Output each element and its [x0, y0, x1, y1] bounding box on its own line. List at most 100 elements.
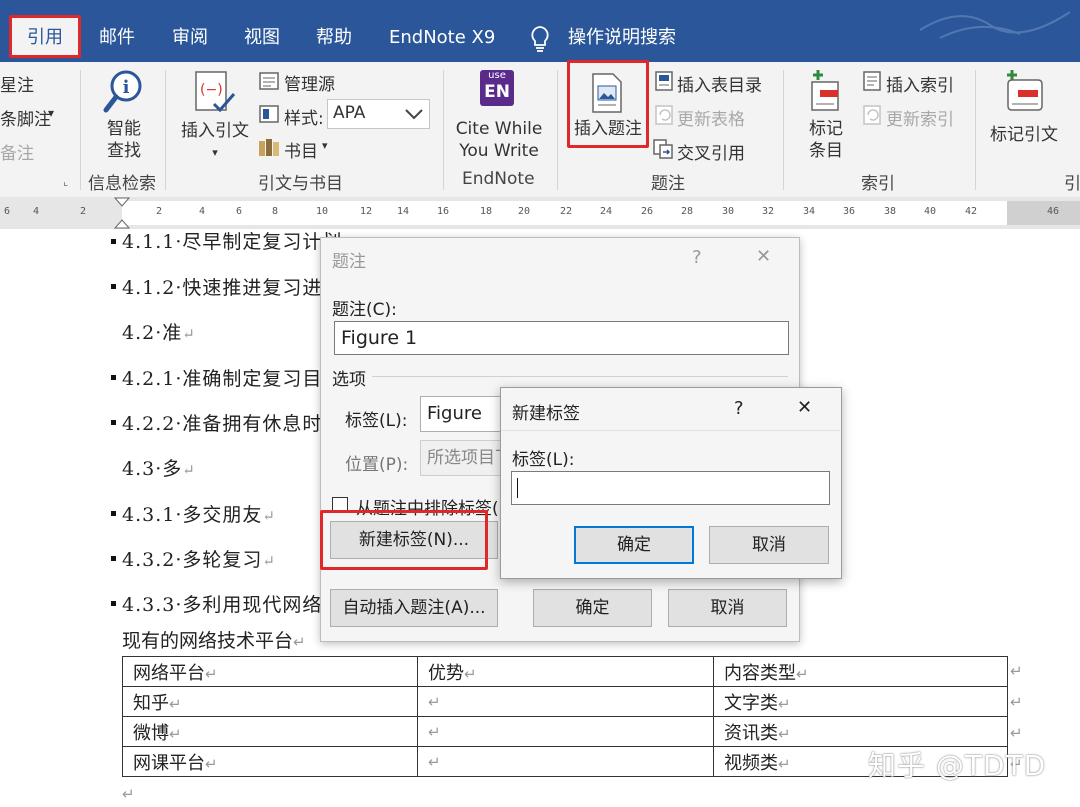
table-cell[interactable]: 资讯类↵: [713, 716, 1008, 747]
ruler-number: 12: [360, 206, 373, 217]
annotation-highlight-new-label: [320, 510, 488, 570]
ruler-number: 16: [437, 206, 450, 217]
ruler-number: 34: [803, 206, 816, 217]
mark-entry-button[interactable]: 标记 条目: [804, 118, 848, 162]
footnote-item-1[interactable]: 星注: [0, 71, 34, 96]
group-label-research: 信息检索: [88, 174, 156, 194]
new-label-field-label: 标签(L):: [512, 450, 575, 470]
manage-sources-icon[interactable]: [258, 71, 280, 91]
chevron-down-icon[interactable]: [404, 108, 424, 120]
document-heading[interactable]: 4.2.1·准确制定复习目标: [122, 364, 342, 391]
chevron-down-icon[interactable]: ▾: [48, 106, 54, 120]
document-heading[interactable]: 4.1.2·快速推进复习进度: [122, 273, 342, 300]
new-label-close-button[interactable]: ✕: [797, 397, 812, 418]
smart-lookup-button[interactable]: 智能 查找: [102, 118, 146, 162]
tab-mailings[interactable]: 邮件: [99, 18, 135, 58]
insert-citation-icon[interactable]: (−): [192, 70, 236, 114]
table-cell[interactable]: 网络平台↵: [122, 656, 418, 687]
bibliography-icon[interactable]: [258, 138, 280, 158]
chevron-down-icon: ▾: [212, 146, 218, 159]
annotation-highlight-insert-caption: [567, 60, 649, 148]
insert-citation-button[interactable]: 插入引文 ▾: [178, 120, 252, 164]
bibliography-button[interactable]: 书目: [284, 137, 318, 162]
group-label-index: 索引: [861, 174, 895, 194]
ruler-number: 20: [518, 206, 531, 217]
ruler-number: 18: [480, 206, 493, 217]
update-table-button: 更新表格: [677, 110, 745, 130]
list-bullet: [111, 284, 116, 289]
table-cell[interactable]: 内容类型↵: [713, 656, 1008, 687]
svg-text:i: i: [123, 77, 130, 98]
row-end-mark: ↵: [1010, 724, 1023, 742]
new-label-cancel-button[interactable]: 取消: [709, 526, 829, 564]
label-dropdown[interactable]: Figure: [420, 396, 502, 432]
insert-table-of-figures-icon[interactable]: [654, 70, 674, 92]
insert-table-of-figures-button[interactable]: 插入表目录: [677, 71, 762, 96]
cross-reference-button[interactable]: 交叉引用: [677, 139, 745, 164]
table-cell[interactable]: ↵: [417, 746, 714, 777]
document-heading[interactable]: 4.3.3·多利用现代网络: [122, 590, 322, 617]
update-table-icon: [655, 105, 673, 125]
table-intro-text[interactable]: 现有的网络技术平台↵: [122, 626, 306, 653]
smart-lookup-icon[interactable]: i: [102, 68, 146, 116]
cross-reference-icon[interactable]: [652, 138, 674, 160]
document-heading[interactable]: 4.2.2·准备拥有休息时间: [122, 409, 342, 436]
group-separator: [975, 70, 976, 190]
dialog-launcher-icon[interactable]: ⌞: [63, 175, 68, 188]
group-label-captions: 题注: [651, 174, 685, 194]
caption-input[interactable]: Figure 1: [334, 321, 789, 355]
caption-label: 题注(C):: [332, 300, 397, 320]
new-label-help-button[interactable]: ?: [734, 398, 744, 419]
style-icon: [259, 105, 279, 123]
tab-endnote[interactable]: EndNote X9: [389, 18, 495, 58]
caption-cancel-button[interactable]: 取消: [668, 589, 787, 627]
ruler-number: 4: [199, 206, 206, 217]
mark-entry-icon[interactable]: [806, 68, 844, 114]
table-cell[interactable]: 文字类↵: [713, 686, 1008, 717]
auto-caption-button[interactable]: 自动插入题注(A)...: [330, 589, 498, 627]
table-cell[interactable]: 优势↵: [417, 656, 714, 687]
table-cell[interactable]: 微博↵: [122, 716, 418, 747]
group-separator: [443, 70, 444, 190]
cite-while-you-write-button[interactable]: Cite While You Write: [453, 118, 545, 162]
caption-dialog-close-button[interactable]: ✕: [756, 246, 771, 267]
tab-review[interactable]: 审阅: [172, 18, 208, 58]
table-cell[interactable]: 网课平台↵: [122, 746, 418, 777]
ruler-number: 28: [681, 206, 694, 217]
footnote-item-2[interactable]: 条脚注: [0, 105, 51, 130]
table-cell[interactable]: 知乎↵: [122, 686, 418, 717]
new-label-ok-button[interactable]: 确定: [574, 526, 694, 564]
new-label-input[interactable]: [511, 471, 830, 505]
endnote-logo-icon[interactable]: use EN: [480, 70, 514, 106]
mark-citation-icon[interactable]: [1000, 68, 1048, 114]
chevron-down-icon[interactable]: ▾: [322, 139, 328, 152]
document-heading[interactable]: 4.3.2·多轮复习↵: [122, 545, 276, 572]
group-separator: [80, 70, 81, 190]
table-cell[interactable]: ↵: [417, 686, 714, 717]
ruler-number: 10: [316, 206, 329, 217]
options-divider: [372, 376, 788, 377]
site-watermark: 知乎 @TDTD: [868, 749, 1047, 782]
document-heading[interactable]: 4.3·多↵: [122, 454, 196, 481]
tell-me-search[interactable]: 操作说明搜索: [568, 18, 676, 58]
caption-ok-button[interactable]: 确定: [533, 589, 652, 627]
caption-dialog-help-button[interactable]: ?: [692, 247, 702, 268]
document-heading[interactable]: 4.2·准↵: [122, 318, 196, 345]
lightbulb-icon[interactable]: [526, 24, 554, 54]
tab-view[interactable]: 视图: [244, 18, 280, 58]
list-bullet: [111, 556, 116, 561]
new-label-dialog-title: 新建标签: [512, 404, 580, 424]
insert-index-icon[interactable]: [862, 70, 882, 92]
table-cell[interactable]: ↵: [417, 716, 714, 747]
ruler-number: 32: [762, 206, 775, 217]
row-end-mark: ↵: [1010, 693, 1023, 711]
group-separator: [783, 70, 784, 190]
manage-sources-button[interactable]: 管理源: [284, 70, 335, 95]
mark-citation-button[interactable]: 标记引文: [990, 120, 1058, 145]
document-heading[interactable]: 4.3.1·多交朋友↵: [122, 500, 276, 527]
position-field-label: 位置(P):: [345, 455, 409, 475]
indent-marker-icon[interactable]: [112, 196, 132, 230]
insert-index-button[interactable]: 插入索引: [886, 71, 954, 96]
tab-help[interactable]: 帮助: [316, 18, 352, 58]
ruler-number: 4: [33, 206, 40, 217]
